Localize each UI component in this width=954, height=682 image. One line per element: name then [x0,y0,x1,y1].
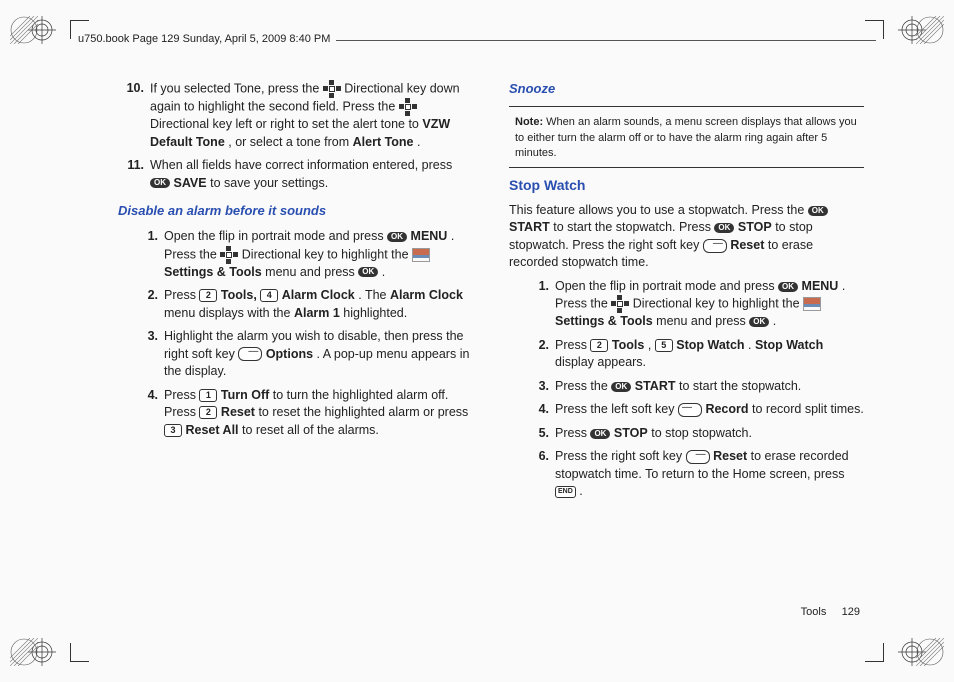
ok-key-icon: OK [387,232,407,242]
right-softkey-icon [703,239,727,253]
number-key-icon: 2 [590,339,608,352]
section-heading: Stop Watch [509,176,864,196]
step-number: 2. [132,287,164,322]
list-item: 6. Press the right soft key Reset to era… [509,448,864,501]
ok-key-icon: OK [714,223,734,233]
right-softkey-icon [686,450,710,464]
number-key-icon: 1 [199,389,217,402]
ok-key-icon: OK [611,382,631,392]
list-item: 4. Press 1 Turn Off to turn the highligh… [118,387,473,440]
step-number: 5. [523,425,555,443]
ok-key-icon: OK [749,317,769,327]
number-key-icon: 5 [655,339,673,352]
number-key-icon: 3 [164,424,182,437]
note-block: Note: When an alarm sounds, a menu scree… [509,115,864,161]
list-item: 3. Highlight the alarm you wish to disab… [118,328,473,381]
header-rule [336,40,876,41]
list-item: 4. Press the left soft key Record to rec… [509,401,864,419]
list-item: 2. Press 2 Tools , 5 Stop Watch . Stop W… [509,337,864,372]
step-number: 4. [523,401,555,419]
number-key-icon: 2 [199,289,217,302]
settings-tools-icon [412,248,430,262]
dpad-icon [323,80,341,98]
step-number: 1. [523,278,555,331]
column-right: Snooze Note: When an alarm sounds, a men… [509,80,864,592]
list-item: 1. Open the flip in portrait mode and pr… [509,278,864,331]
number-key-icon: 4 [260,289,278,302]
horizontal-rule [509,167,864,168]
hatch-icon [10,638,38,666]
step-number: 4. [132,387,164,440]
ok-key-icon: OK [778,282,798,292]
page-footer: Tools 129 [801,605,860,620]
hatch-icon [10,16,38,44]
list-item: 1. Open the flip in portrait mode and pr… [118,228,473,281]
horizontal-rule [509,106,864,107]
step-number: 2. [523,337,555,372]
ok-key-icon: OK [150,178,170,188]
ok-key-icon: OK [808,206,828,216]
list-item: 5. Press OK STOP to stop stopwatch. [509,425,864,443]
step-number: 1. [132,228,164,281]
column-left: 10. If you selected Tone, press the Dire… [118,80,473,592]
hatch-icon [916,16,944,44]
crop-mark-icon [865,643,884,662]
header-text: u750.book Page 129 Sunday, April 5, 2009… [78,32,330,47]
crop-mark-icon [70,643,89,662]
list-item: 3. Press the OK START to start the stopw… [509,378,864,396]
section-heading: Snooze [509,80,864,98]
right-softkey-icon [238,347,262,361]
step-number: 6. [523,448,555,501]
page-header: u750.book Page 129 Sunday, April 5, 2009… [78,30,876,50]
settings-tools-icon [803,297,821,311]
end-key-icon: END [555,486,576,498]
list-item: 2. Press 2 Tools, 4 Alarm Clock . The Al… [118,287,473,322]
sub-heading: Disable an alarm before it sounds [118,202,473,220]
dpad-icon [220,246,238,264]
footer-section: Tools [801,606,827,618]
ok-key-icon: OK [590,429,610,439]
paragraph: This feature allows you to use a stopwat… [509,202,864,272]
number-key-icon: 2 [199,406,217,419]
step-number: 3. [132,328,164,381]
dpad-icon [611,295,629,313]
page-number: 129 [842,606,860,618]
list-item: 11. When all fields have correct informa… [118,157,473,192]
ok-key-icon: OK [358,267,378,277]
step-number: 10. [118,80,150,151]
left-softkey-icon [678,403,702,417]
step-number: 3. [523,378,555,396]
hatch-icon [916,638,944,666]
dpad-icon [399,98,417,116]
step-number: 11. [118,157,150,192]
list-item: 10. If you selected Tone, press the Dire… [118,80,473,151]
